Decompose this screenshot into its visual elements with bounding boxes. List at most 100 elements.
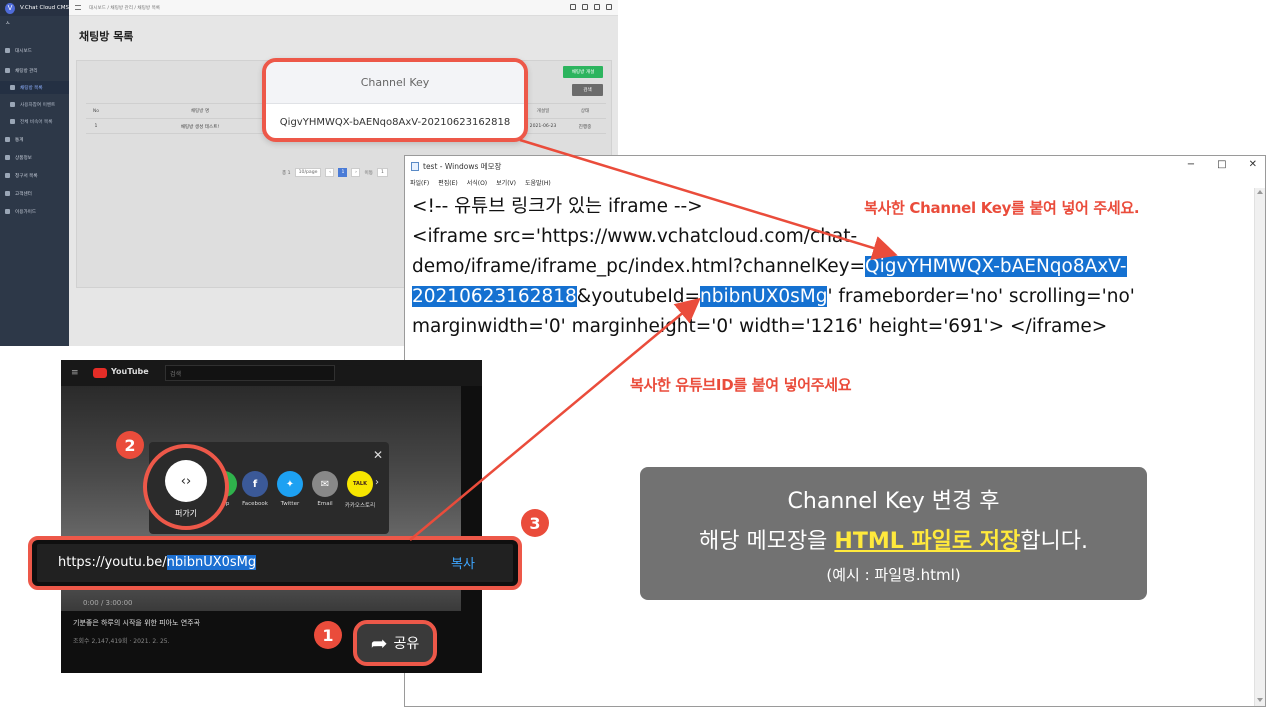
sidebar-item-stats[interactable]: 통계 [0,133,69,146]
hamburger-icon[interactable]: ≡ [71,368,79,378]
youtube-brand: YouTube [111,367,149,376]
step-badge: 2 [116,431,144,459]
tag-icon [5,155,10,160]
close-icon[interactable]: ✕ [373,448,383,462]
table-header-no: No [92,108,100,114]
share-label: Facebook [242,501,268,507]
sidebar-item-guide[interactable]: 이용가이드 [0,205,69,218]
sidebar-item-label: 채팅방 관리 [15,68,38,74]
embed-code-icon[interactable]: ‹› [165,460,207,502]
notepad-icon [411,161,419,171]
sidebar-item-events[interactable]: 사용자참여 이벤트 [0,98,69,111]
video-title[interactable]: 기분좋은 하루의 시작을 위한 피아노 연주곡 [73,618,200,628]
pagination: 총 1 10/page ‹ 1 › 이동 1 [282,168,388,177]
youtube-logo-icon[interactable] [93,368,107,378]
youtube-id-note: 복사한 유튜브ID를 붙여 넣어주세요 [630,376,852,394]
code-line: <iframe src='https://www.vchatcloud.com/… [412,226,858,247]
share-url-callout: https://youtu.be/nbibnUX0sMg 복사 [28,536,522,590]
sidebar-item-dashboard[interactable]: 대시보드 [0,44,69,57]
sidebar-item-label: 청구서 목록 [15,173,38,179]
menu-help[interactable]: 도움말(H) [525,178,551,187]
copy-button[interactable]: 복사 [451,553,475,572]
goto-input[interactable]: 1 [376,168,388,177]
notepad-menubar: 파일(F) 편집(E) 서식(O) 보기(V) 도움말(H) [405,176,1265,188]
table-header-name: 채팅방 명 [190,109,210,114]
search-icon[interactable] [570,4,576,10]
sidebar-item-label: 사용자참여 이벤트 [20,102,56,108]
sidebar-item-chatroom-list[interactable]: 채팅방 목록 [0,81,69,94]
list-icon [10,85,15,90]
table-cell-link[interactable]: 채팅방 생성 테스트! [160,120,240,133]
page-title: 채팅방 목록 [79,30,134,43]
goto-label: 이동 [364,170,373,176]
prev-page-button[interactable]: ‹ [325,168,335,177]
notepad-titlebar: test - Windows 메모장 [405,156,1265,176]
scroll-down-icon[interactable] [1257,698,1263,702]
selected-channel-key: 20210623162818 [412,286,577,307]
code-text: ' frameborder='no' scrolling='no' [827,286,1135,307]
user-menu-icon[interactable] [606,4,612,10]
menu-icon[interactable] [75,5,81,10]
sidebar-item-label: 상품정보 [15,155,32,161]
sidebar-item-label: 이용가이드 [15,209,37,215]
menu-edit[interactable]: 편집(E) [438,178,458,187]
sidebar-item-products[interactable]: 상품정보 [0,151,69,164]
app-name: V.Chat Cloud CMS [20,5,69,11]
notification-icon[interactable] [594,4,600,10]
share-url[interactable]: https://youtu.be/nbibnUX0sMg [58,555,257,570]
next-page-button[interactable]: › [351,168,361,177]
headset-icon [5,191,10,196]
sidebar-item-invoices[interactable]: 청구서 목록 [0,169,69,182]
channel-key-value[interactable]: QigvYHMWQX-bAENqo8AxV-20210623162818 [266,104,524,138]
share-label: 카카오스토리 [344,503,376,509]
channel-key-header: Channel Key [266,62,524,104]
chevron-right-icon[interactable]: › [375,477,379,488]
scroll-up-icon[interactable] [1257,190,1263,194]
step-badge: 3 [521,509,549,537]
email-icon[interactable]: ✉ [312,471,338,497]
maximize-icon[interactable]: □ [1217,159,1226,170]
sidebar-item-support[interactable]: 고객센터 [0,187,69,200]
user-avatar[interactable]: ㅅ [0,18,69,34]
close-icon[interactable]: ✕ [1249,159,1257,170]
facebook-icon[interactable]: f [242,471,268,497]
minimize-icon[interactable]: − [1187,159,1195,170]
table-cell: 진행중 [578,124,592,130]
share-arrow-icon: ➦ [370,631,388,655]
sidebar-item-label: 통계 [15,137,24,143]
share-button[interactable]: ➦ 공유 [353,620,437,666]
table-cell: 1 [94,124,98,129]
sidebar-item-label: 대시보드 [15,48,32,54]
menu-file[interactable]: 파일(F) [410,178,429,187]
cms-logo[interactable]: V V.Chat Cloud CMS [0,0,69,16]
create-chatroom-button[interactable]: 채팅방 개설 [563,66,603,78]
page-button[interactable]: 1 [338,168,348,177]
sidebar-item-chatroom-manage[interactable]: 채팅방 관리 [0,64,69,77]
share-label: Email [317,501,333,507]
embed-label: 퍼가기 [174,509,198,518]
sidebar-item-label: 고객센터 [15,191,32,197]
table-header-status: 상태 [580,109,590,114]
embed-callout[interactable]: ‹› 퍼가기 [143,444,229,530]
video-meta: 조회수 2,147,419회 · 2021. 2. 25. [73,638,170,645]
notepad-title: test - Windows 메모장 [423,161,502,171]
twitter-icon[interactable]: ✦ [277,471,303,497]
channel-key-callout: Channel Key QigvYHMWQX-bAENqo8AxV-202106… [262,58,528,142]
event-icon [10,102,15,107]
menu-format[interactable]: 서식(O) [467,178,487,187]
code-line: marginwidth='0' marginheight='0' width='… [412,316,1108,337]
vertical-scrollbar[interactable] [1254,188,1265,706]
expand-icon[interactable] [582,4,588,10]
share-label: Twitter [280,501,300,507]
search-button[interactable]: 검색 [572,84,603,96]
share-button-label: 공유 [393,636,420,652]
menu-view[interactable]: 보기(V) [496,178,516,187]
total-count: 총 1 [282,170,291,176]
sidebar-item-label: 전체 비속어 목록 [20,119,53,125]
per-page-select[interactable]: 10/page [294,168,322,177]
kakaostory-icon[interactable]: TALK [347,471,373,497]
search-input[interactable]: 검색 [165,365,335,381]
player-time: 0:00 / 3:00:00 [83,599,133,607]
sidebar-item-profanity[interactable]: 전체 비속어 목록 [0,115,69,128]
code-text: &youtubeId= [576,286,701,307]
